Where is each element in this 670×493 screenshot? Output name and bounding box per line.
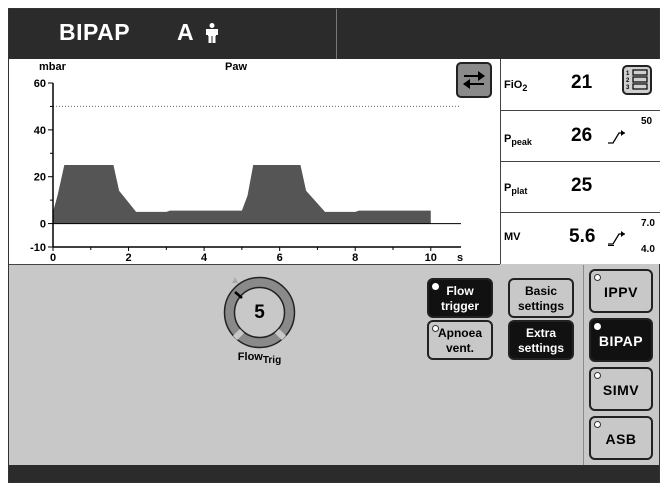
inactive-indicator-led bbox=[594, 372, 601, 379]
mode-button-asb[interactable]: ASB bbox=[589, 416, 653, 460]
ppeak-label: Ppeak bbox=[504, 133, 532, 148]
list-num-1: 1 bbox=[626, 71, 630, 77]
mode-asb-label: ASB bbox=[605, 431, 637, 447]
pplat-value: 25 bbox=[571, 175, 593, 196]
apnoea-vent-line2: vent. bbox=[445, 341, 474, 355]
mv-lower-limit: 4.0 bbox=[641, 244, 655, 255]
mode-column-divider bbox=[583, 265, 584, 465]
adult-patient-icon bbox=[206, 23, 218, 48]
mode-button-ippv[interactable]: IPPV bbox=[589, 269, 653, 313]
parameter-list-button[interactable]: 1 2 3 bbox=[622, 65, 652, 95]
basic-settings-button[interactable]: Basic settings bbox=[508, 278, 574, 318]
x-tick-label: 4 bbox=[201, 252, 208, 264]
list-num-3: 3 bbox=[626, 85, 630, 91]
flow-trigger-line1: Flow bbox=[446, 284, 474, 298]
ppeak-upper-limit: 50 bbox=[641, 116, 653, 127]
x-axis-unit-label: s bbox=[457, 252, 463, 264]
mode-button-bipap[interactable]: BIPAP bbox=[589, 318, 653, 362]
pplat-label: Pplat bbox=[504, 182, 528, 197]
mode-bipap-label: BIPAP bbox=[598, 333, 644, 349]
param-row-pplat: Pplat 25 bbox=[501, 162, 660, 213]
sub-mode-label: A bbox=[177, 19, 194, 45]
mv-label: MV bbox=[504, 231, 521, 243]
pressure-area bbox=[53, 165, 431, 224]
alarm-limit-icon bbox=[608, 130, 625, 144]
basic-settings-line2: settings bbox=[517, 299, 564, 313]
flow-trigger-knob[interactable]: 5 bbox=[222, 275, 297, 350]
y-tick-label: 0 bbox=[40, 219, 46, 231]
alarm-limit-icon bbox=[608, 231, 625, 246]
y-tick-label: -10 bbox=[30, 242, 46, 254]
y-tick-label: 20 bbox=[34, 172, 46, 184]
x-tick-label: 10 bbox=[425, 252, 437, 264]
fio2-label: FiO2 bbox=[504, 79, 528, 94]
list-icon: 1 2 3 bbox=[626, 69, 648, 91]
header-bar: BIPAP A bbox=[9, 9, 659, 59]
extra-settings-line2: settings bbox=[517, 341, 564, 355]
y-tick-label: 60 bbox=[34, 78, 46, 90]
header-separator bbox=[336, 9, 337, 59]
ventilator-screen: BIPAP A 60 40 20 0 -10 0 2 4 6 8 10 mbar Paw s bbox=[8, 8, 660, 483]
flow-trigger-label: FlowTrig bbox=[237, 351, 282, 367]
footer-bar bbox=[9, 465, 659, 482]
flow-trigger-line2: trigger bbox=[440, 299, 479, 313]
fio2-value: 21 bbox=[571, 72, 593, 93]
mode-ippv-label: IPPV bbox=[604, 284, 638, 300]
y-axis-unit-label: mbar bbox=[39, 61, 67, 73]
x-tick-label: 0 bbox=[50, 252, 56, 264]
list-num-2: 2 bbox=[626, 78, 630, 84]
signal-label: Paw bbox=[225, 61, 247, 73]
swap-waveform-button[interactable] bbox=[456, 62, 492, 98]
y-tick-label: 40 bbox=[34, 125, 46, 137]
extra-settings-line1: Extra bbox=[525, 326, 557, 340]
apnoea-vent-line1: Apnoea bbox=[437, 326, 482, 340]
swap-arrows-icon bbox=[463, 71, 485, 89]
x-tick-label: 2 bbox=[125, 252, 131, 264]
ppeak-value: 26 bbox=[571, 125, 593, 146]
mv-upper-limit: 7.0 bbox=[641, 218, 655, 229]
flow-trigger-value: 5 bbox=[254, 302, 265, 323]
pressure-waveform-chart: 60 40 20 0 -10 0 2 4 6 8 10 mbar Paw s bbox=[30, 61, 463, 264]
measured-values-panel: FiO2 21 1 2 3 Ppeak 26 50 Pplat 25 MV 5.… bbox=[500, 59, 660, 264]
basic-settings-line1: Basic bbox=[524, 284, 558, 298]
mode-simv-label: SIMV bbox=[602, 382, 640, 398]
param-row-mv: MV 5.6 7.0 4.0 bbox=[501, 213, 660, 264]
param-row-fio2: FiO2 21 1 2 3 bbox=[501, 59, 660, 111]
ventilation-mode-title: BIPAP bbox=[59, 19, 131, 45]
extra-settings-button[interactable]: Extra settings bbox=[508, 320, 574, 360]
param-row-ppeak: Ppeak 26 50 bbox=[501, 111, 660, 162]
mv-value: 5.6 bbox=[569, 226, 596, 247]
inactive-indicator-led bbox=[594, 421, 601, 428]
active-indicator-led bbox=[594, 323, 601, 330]
apnoea-vent-button[interactable]: Apnoea vent. bbox=[427, 320, 493, 360]
x-tick-label: 8 bbox=[352, 252, 358, 264]
mode-button-simv[interactable]: SIMV bbox=[589, 367, 653, 411]
flow-trigger-button[interactable]: Flow trigger bbox=[427, 278, 493, 318]
inactive-indicator-led bbox=[594, 274, 601, 281]
x-tick-label: 6 bbox=[277, 252, 283, 264]
pressure-waveform-panel: 60 40 20 0 -10 0 2 4 6 8 10 mbar Paw s bbox=[9, 59, 500, 265]
